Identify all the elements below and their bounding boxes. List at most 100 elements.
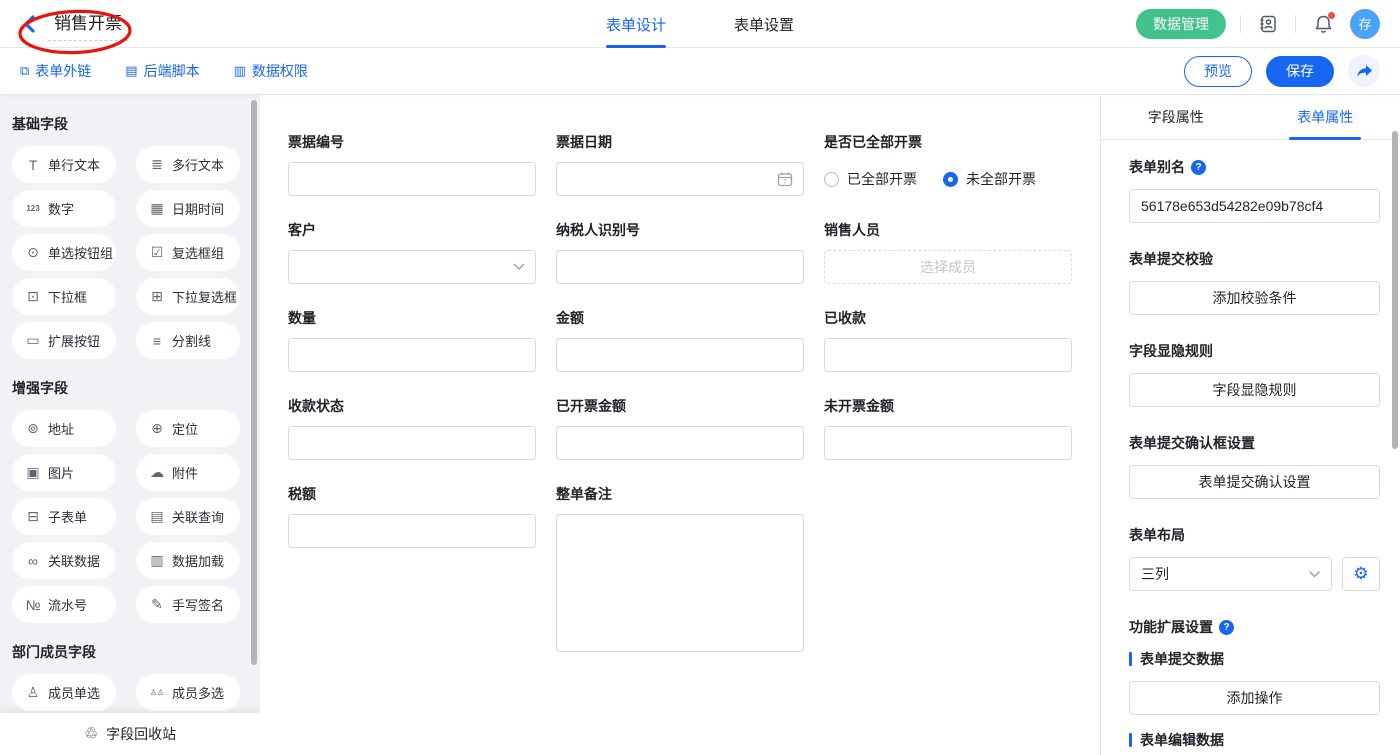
sidebar-scrollbar[interactable] [251, 100, 257, 665]
save-button[interactable]: 保存 [1266, 56, 1334, 87]
field-visibility-button[interactable]: 字段显隐规则 [1129, 373, 1380, 407]
submit-confirm-button[interactable]: 表单提交确认设置 [1129, 465, 1380, 499]
canvas-field-已开票金额[interactable]: 已开票金额 [556, 396, 804, 460]
field-pill-关联数据[interactable]: ∞关联数据 [12, 542, 116, 579]
contact-book-icon[interactable] [1255, 11, 1281, 37]
field-pill-label: 图片 [48, 463, 74, 482]
layout-select[interactable]: 三列 [1129, 557, 1332, 591]
canvas-field-客户[interactable]: 客户 [288, 220, 536, 284]
text-input[interactable] [556, 426, 804, 460]
canvas-field-是否已全部开票[interactable]: 是否已全部开票已全部开票未全部开票 [824, 132, 1072, 196]
field-pill-下拉框[interactable]: ⊡下拉框 [12, 278, 116, 315]
field-pill-关联查询[interactable]: ▤关联查询 [136, 498, 240, 535]
form-toolbar: ⧉表单外链 ▤后端脚本 ▥数据权限 预览 保存 [0, 48, 1400, 95]
field-pill-多行文本[interactable]: ≣多行文本 [136, 146, 240, 183]
canvas-field-纳税人识别号[interactable]: 纳税人识别号 [556, 220, 804, 284]
canvas-field-票据编号[interactable]: 票据编号 [288, 132, 536, 196]
notification-bell-icon[interactable] [1310, 11, 1336, 37]
text-input[interactable] [288, 514, 536, 548]
field-pill-数字[interactable]: 123数字 [12, 190, 116, 227]
radio-option-未全部开票[interactable]: 未全部开票 [943, 169, 1036, 189]
add-validation-button[interactable]: 添加校验条件 [1129, 281, 1380, 315]
field-pill-复选框组[interactable]: ☑复选框组 [136, 234, 240, 271]
calendar-icon: 7 [777, 171, 793, 187]
dropdown-icon: ⊡ [25, 288, 41, 305]
member-picker[interactable]: 选择成员 [824, 250, 1072, 284]
textarea-input[interactable] [556, 514, 804, 652]
panel-scrollbar[interactable] [1392, 131, 1398, 449]
canvas-field-未开票金额[interactable]: 未开票金额 [824, 396, 1072, 460]
page-title: 销售开票 [48, 7, 128, 41]
field-pill-数据加载[interactable]: ▥数据加载 [136, 542, 240, 579]
user-avatar[interactable]: 存 [1350, 9, 1380, 39]
single-line-text-icon: T [25, 157, 41, 173]
field-pill-手写签名[interactable]: ✎手写签名 [136, 586, 240, 623]
field-pill-定位[interactable]: ⊕定位 [136, 410, 240, 447]
share-icon[interactable] [1348, 55, 1380, 87]
toolbar-link-2[interactable]: ▥数据权限 [234, 61, 308, 81]
text-input[interactable] [556, 338, 804, 372]
svg-text:7: 7 [783, 179, 787, 186]
field-label: 金额 [556, 308, 804, 328]
tab-form-design[interactable]: 表单设计 [606, 0, 666, 48]
field-pill-日期时间[interactable]: ▦日期时间 [136, 190, 240, 227]
canvas-field-整单备注[interactable]: 整单备注 [556, 484, 804, 652]
field-pill-分割线[interactable]: ≡分割线 [136, 322, 240, 359]
field-label: 票据编号 [288, 132, 536, 152]
tab-form-properties[interactable]: 表单属性 [1251, 95, 1400, 139]
field-pill-单行文本[interactable]: T单行文本 [12, 146, 116, 183]
text-input[interactable] [824, 426, 1072, 460]
field-pill-图片[interactable]: ▣图片 [12, 454, 116, 491]
text-input[interactable] [288, 162, 536, 196]
add-submit-action-button[interactable]: 添加操作 [1129, 681, 1380, 715]
field-pill-地址[interactable]: ⊚地址 [12, 410, 116, 447]
tab-field-properties[interactable]: 字段属性 [1101, 95, 1251, 139]
date-input[interactable]: 7 [556, 162, 804, 196]
field-label: 收款状态 [288, 396, 536, 416]
form-canvas: 票据编号票据日期7是否已全部开票已全部开票未全部开票客户纳税人识别号销售人员选择… [260, 95, 1100, 755]
form-layout-section: 表单布局 三列 ⚙ [1129, 525, 1380, 591]
field-pill-子表单[interactable]: ⊟子表单 [12, 498, 116, 535]
tab-form-settings[interactable]: 表单设置 [734, 0, 794, 48]
canvas-field-票据日期[interactable]: 票据日期7 [556, 132, 804, 196]
text-input[interactable] [288, 426, 536, 460]
sidebar-pill-grid: T单行文本 ≣多行文本 123数字 ▦日期时间 ⊙单选按钮组 ☑复选框组 ⊡下拉框 ⊞下拉复选… [12, 146, 260, 359]
preview-button[interactable]: 预览 [1184, 56, 1252, 87]
field-pill-成员单选[interactable]: ♙成员单选 [12, 674, 116, 711]
select-input[interactable] [288, 250, 536, 284]
field-pill-成员多选[interactable]: ♙♙成员多选 [136, 674, 240, 711]
field-pill-扩展按钮[interactable]: ▭扩展按钮 [12, 322, 116, 359]
text-input[interactable] [824, 338, 1072, 372]
field-visibility-section: 字段显隐规则 字段显隐规则 [1129, 341, 1380, 407]
canvas-field-金额[interactable]: 金额 [556, 308, 804, 372]
chevron-down-icon [513, 263, 525, 271]
data-load-icon: ▥ [149, 552, 165, 569]
submit-validation-label: 表单提交校验 [1129, 249, 1380, 269]
submit-data-label-text: 表单提交数据 [1140, 649, 1224, 669]
text-input[interactable] [288, 338, 536, 372]
toolbar-link-0[interactable]: ⧉表单外链 [20, 61, 91, 81]
canvas-field-已收款[interactable]: 已收款 [824, 308, 1072, 372]
text-input[interactable] [556, 250, 804, 284]
accent-bar [1129, 733, 1132, 747]
form-alias-input[interactable] [1129, 189, 1380, 223]
canvas-field-数量[interactable]: 数量 [288, 308, 536, 372]
field-pill-下拉复选框[interactable]: ⊞下拉复选框 [136, 278, 240, 315]
radio-checked-icon[interactable] [943, 172, 958, 187]
radio-option-已全部开票[interactable]: 已全部开票 [824, 169, 917, 189]
field-pill-附件[interactable]: ☁附件 [136, 454, 240, 491]
help-icon[interactable]: ? [1219, 620, 1234, 635]
toolbar-link-1[interactable]: ▤后端脚本 [125, 61, 199, 81]
layout-gear-button[interactable]: ⚙ [1342, 557, 1380, 591]
canvas-field-销售人员[interactable]: 销售人员选择成员 [824, 220, 1072, 284]
canvas-field-收款状态[interactable]: 收款状态 [288, 396, 536, 460]
canvas-field-税额[interactable]: 税额 [288, 484, 536, 548]
field-pill-单选按钮组[interactable]: ⊙单选按钮组 [12, 234, 116, 271]
radio-unchecked-icon[interactable] [824, 172, 839, 187]
field-recycle-bin[interactable]: ♲ 字段回收站 [0, 713, 260, 755]
script-icon: ▤ [125, 63, 137, 79]
help-icon[interactable]: ? [1191, 160, 1206, 175]
data-manage-button[interactable]: 数据管理 [1136, 9, 1226, 39]
back-icon[interactable] [18, 13, 40, 35]
field-pill-流水号[interactable]: №流水号 [12, 586, 116, 623]
